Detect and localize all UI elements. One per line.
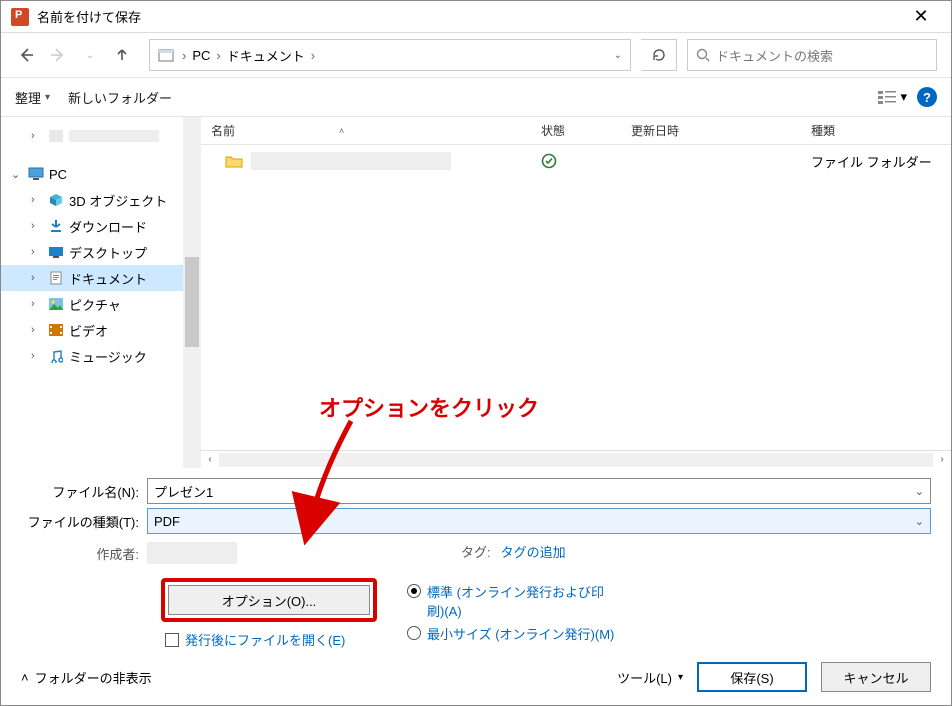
folder-icon <box>225 154 243 168</box>
optimize-standard-radio[interactable] <box>407 584 421 598</box>
filename-input[interactable]: プレゼン1 ⌄ <box>147 478 931 504</box>
download-icon <box>47 218 65 234</box>
folder-root-icon <box>158 47 174 63</box>
tree-item-documents[interactable]: › ドキュメント <box>1 265 201 291</box>
search-input[interactable]: ドキュメントの検索 <box>687 39 937 71</box>
picture-icon <box>47 296 65 312</box>
tree-item-pictures[interactable]: › ピクチャ <box>1 291 201 317</box>
tree-item-desktop[interactable]: › デスクトップ <box>1 239 201 265</box>
tree-item-redacted[interactable]: › <box>1 123 201 149</box>
nav-up-button[interactable] <box>111 44 133 66</box>
file-type-label: ファイル フォルダー <box>811 152 951 171</box>
chevron-up-icon: ˄ <box>21 670 29 685</box>
nav-forward-button[interactable] <box>47 44 69 66</box>
options-button[interactable]: オプション(O)... <box>168 585 370 615</box>
author-value-redacted <box>147 542 237 564</box>
search-placeholder: ドキュメントの検索 <box>716 46 833 65</box>
help-button[interactable]: ? <box>917 87 937 107</box>
open-after-checkbox[interactable] <box>165 633 179 647</box>
folder-tree[interactable]: › ⌄ PC › 3D オブジェクト › ダウンロード › <box>1 117 201 468</box>
col-type[interactable]: 種類 <box>811 122 951 139</box>
music-icon <box>47 348 65 364</box>
address-dropdown-icon[interactable]: ⌄ <box>614 50 622 61</box>
tools-menu[interactable]: ツール(L)▾ <box>617 668 683 687</box>
recent-locations-button[interactable]: ⌄ <box>79 44 101 66</box>
video-icon <box>47 322 65 338</box>
tree-item-pc[interactable]: ⌄ PC <box>1 161 201 187</box>
tree-item-music[interactable]: › ミュージック <box>1 343 201 369</box>
crumb-documents[interactable]: ドキュメント <box>227 46 305 65</box>
cube-icon <box>47 192 65 208</box>
hide-folders-toggle[interactable]: ˄ フォルダーの非表示 <box>21 668 152 687</box>
tree-item-3d-objects[interactable]: › 3D オブジェクト <box>1 187 201 213</box>
nav-back-button[interactable] <box>15 44 37 66</box>
close-button[interactable]: ✕ <box>901 6 941 27</box>
col-date[interactable]: 更新日時 <box>631 122 811 139</box>
filetype-label: ファイルの種類(T): <box>21 512 147 531</box>
redacted-name <box>251 152 451 170</box>
col-name[interactable]: 名前˄ <box>211 122 541 139</box>
open-after-label[interactable]: 発行後にファイルを開く(E) <box>185 630 345 649</box>
optimize-minimum-radio[interactable] <box>407 626 421 640</box>
horizontal-scrollbar[interactable]: ‹› <box>201 450 951 468</box>
tree-item-downloads[interactable]: › ダウンロード <box>1 213 201 239</box>
author-label: 作成者: <box>21 544 147 563</box>
filetype-select[interactable]: PDF ⌄ <box>147 508 931 534</box>
crumb-pc[interactable]: PC <box>192 48 210 63</box>
options-button-highlight: オプション(O)... <box>161 578 377 622</box>
filename-label: ファイル名(N): <box>21 482 147 501</box>
sidebar-scrollbar[interactable] <box>183 117 201 468</box>
col-status[interactable]: 状態 <box>541 122 631 139</box>
optimize-standard-label[interactable]: 標準 (オンライン発行および印刷)(A) <box>427 582 617 620</box>
view-mode-button[interactable]: ▾ <box>878 89 907 105</box>
optimize-minimum-label[interactable]: 最小サイズ (オンライン発行)(M) <box>427 624 614 643</box>
tree-item-videos[interactable]: › ビデオ <box>1 317 201 343</box>
filename-dropdown-icon[interactable]: ⌄ <box>915 485 924 498</box>
filetype-dropdown-icon[interactable]: ⌄ <box>915 515 924 528</box>
refresh-button[interactable] <box>641 39 677 71</box>
address-bar[interactable]: › PC › ドキュメント › ⌄ <box>149 39 631 71</box>
app-icon <box>11 8 29 26</box>
window-title: 名前を付けて保存 <box>37 7 901 26</box>
search-icon <box>696 48 710 62</box>
status-ok-icon <box>541 153 631 169</box>
column-headers[interactable]: 名前˄ 状態 更新日時 種類 <box>201 117 951 145</box>
save-button[interactable]: 保存(S) <box>697 662 807 692</box>
file-row[interactable]: ファイル フォルダー <box>201 145 951 177</box>
cancel-button[interactable]: キャンセル <box>821 662 931 692</box>
tag-label: タグ: <box>461 542 491 561</box>
add-tag-link[interactable]: タグの追加 <box>501 542 566 561</box>
document-icon <box>47 270 65 286</box>
organize-menu[interactable]: 整理▾ <box>15 88 50 107</box>
desktop-icon <box>47 244 65 260</box>
new-folder-button[interactable]: 新しいフォルダー <box>68 88 172 107</box>
breadcrumb[interactable]: › PC › ドキュメント › <box>182 46 315 65</box>
pc-icon <box>27 166 45 182</box>
